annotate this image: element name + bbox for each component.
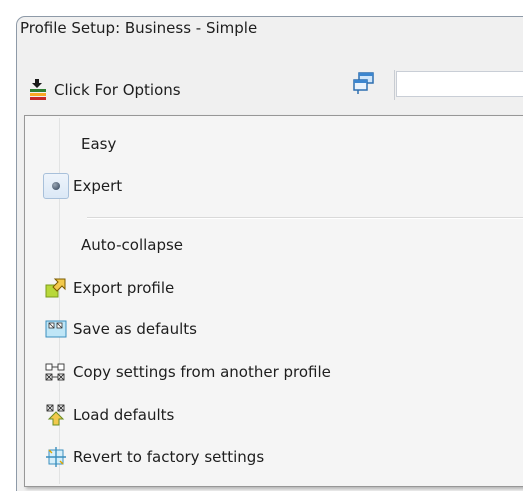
menu-item-save-as-defaults[interactable]: Save as defaults — [27, 311, 523, 347]
menu-item-copy-settings[interactable]: Copy settings from another profile — [27, 354, 523, 390]
toolbar: Click For Options — [16, 66, 523, 116]
screen: Profile Setup: Business - Simple Click F… — [0, 0, 523, 491]
menu-item-label: Load defaults — [73, 406, 175, 424]
click-for-options-label: Click For Options — [54, 81, 181, 99]
revert-icon — [41, 442, 71, 472]
menu-item-expert[interactable]: Expert — [27, 168, 523, 204]
search-input[interactable] — [396, 71, 523, 97]
click-for-options-button[interactable]: Click For Options — [28, 75, 318, 105]
menu-item-revert-factory[interactable]: Revert to factory settings — [27, 439, 523, 475]
menu-separator — [87, 217, 523, 219]
menu-item-export-profile[interactable]: Export profile — [27, 270, 523, 306]
load-defaults-icon — [41, 400, 71, 430]
menu-item-label: Revert to factory settings — [73, 448, 265, 466]
export-icon — [41, 273, 71, 303]
menu-item-easy[interactable]: Easy — [27, 126, 523, 162]
options-icon — [28, 79, 48, 101]
menu-item-label: Save as defaults — [73, 320, 197, 338]
window-title: Profile Setup: Business - Simple — [20, 19, 258, 37]
save-defaults-icon — [41, 314, 71, 344]
options-dropdown-menu: Easy Expert Auto-collapse Export profile — [24, 115, 523, 487]
windows-button[interactable] — [334, 70, 395, 100]
menu-item-load-defaults[interactable]: Load defaults — [27, 397, 523, 433]
menu-item-label: Easy — [81, 135, 117, 153]
menu-item-label: Auto-collapse — [81, 236, 184, 254]
windows-icon — [352, 71, 376, 99]
menu-item-label: Expert — [73, 177, 123, 195]
menu-item-label: Copy settings from another profile — [73, 363, 331, 381]
menu-item-auto-collapse[interactable]: Auto-collapse — [27, 227, 523, 263]
radio-dot-icon — [41, 171, 71, 201]
menu-item-label: Export profile — [73, 279, 175, 297]
copy-settings-icon — [41, 357, 71, 387]
